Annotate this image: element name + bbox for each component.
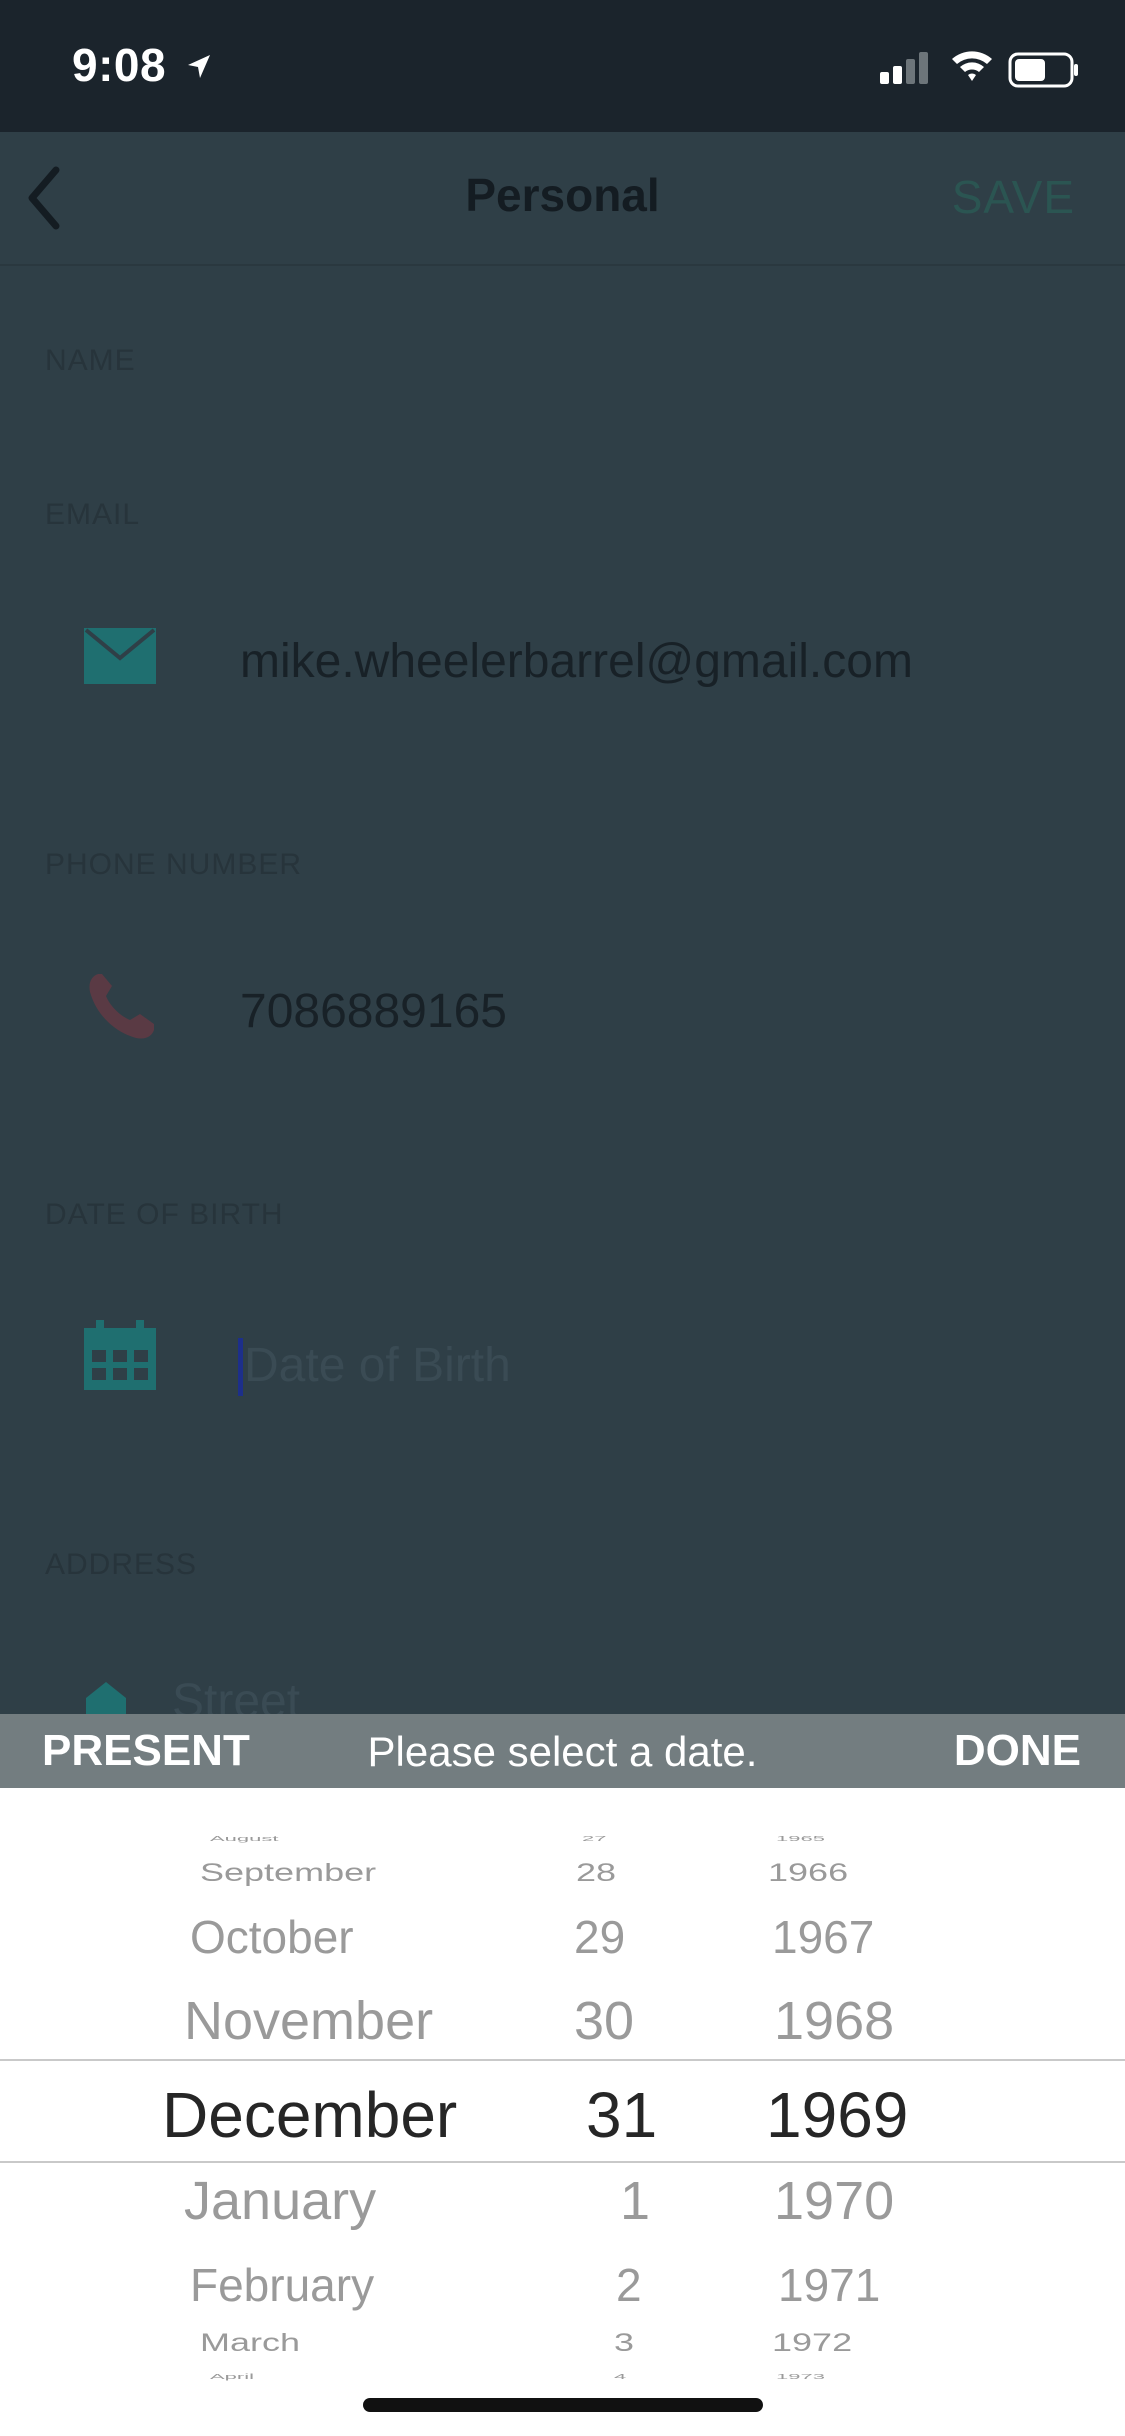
cellular-signal-icon bbox=[878, 50, 934, 89]
save-button[interactable]: SAVE bbox=[952, 170, 1075, 224]
day-option[interactable]: 2 bbox=[616, 2258, 642, 2312]
day-option[interactable]: 1 bbox=[620, 2170, 650, 2232]
day-option[interactable]: 29 bbox=[574, 1910, 625, 1964]
done-button[interactable]: DONE bbox=[954, 1726, 1081, 1776]
calendar-icon bbox=[84, 1320, 156, 1397]
year-option[interactable]: 1968 bbox=[774, 1990, 894, 2052]
address-label: ADDRESS bbox=[45, 1548, 198, 1581]
envelope-icon bbox=[84, 626, 156, 691]
selection-line-bottom bbox=[0, 2161, 1125, 2163]
day-option-selected[interactable]: 31 bbox=[586, 2078, 657, 2152]
month-option[interactable]: March bbox=[200, 2328, 300, 2357]
location-arrow-icon bbox=[184, 52, 214, 87]
year-option[interactable]: 1965 bbox=[776, 1834, 825, 1843]
battery-icon bbox=[1008, 52, 1080, 93]
day-option[interactable]: 30 bbox=[574, 1990, 634, 2052]
name-label: NAME bbox=[45, 344, 136, 377]
email-field[interactable]: mike.wheelerbarrel@gmail.com bbox=[240, 634, 913, 689]
dob-label: DATE OF BIRTH bbox=[45, 1198, 284, 1231]
month-option[interactable]: October bbox=[190, 1910, 354, 1964]
day-option[interactable]: 3 bbox=[614, 2328, 634, 2357]
year-option[interactable]: 1972 bbox=[772, 2328, 852, 2357]
date-picker[interactable]: August September October November Decemb… bbox=[0, 1788, 1125, 2436]
home-indicator[interactable] bbox=[363, 2398, 763, 2412]
month-option[interactable]: April bbox=[210, 2372, 254, 2381]
month-option[interactable]: February bbox=[190, 2258, 374, 2312]
selection-line-top bbox=[0, 2059, 1125, 2061]
dob-field[interactable]: Date of Birth bbox=[244, 1338, 511, 1393]
phone-label: PHONE NUMBER bbox=[45, 848, 303, 881]
phone-icon bbox=[84, 970, 156, 1047]
month-option-selected[interactable]: December bbox=[162, 2078, 457, 2152]
year-option-selected[interactable]: 1969 bbox=[766, 2078, 908, 2152]
year-option[interactable]: 1970 bbox=[774, 2170, 894, 2232]
form-background bbox=[0, 132, 1125, 1714]
month-option[interactable]: August bbox=[210, 1834, 279, 1843]
year-option[interactable]: 1966 bbox=[768, 1858, 848, 1887]
email-label: EMAIL bbox=[45, 498, 141, 531]
day-option[interactable]: 27 bbox=[582, 1834, 606, 1843]
day-option[interactable]: 4 bbox=[614, 2372, 626, 2381]
text-caret bbox=[238, 1338, 243, 1396]
year-option[interactable]: 1971 bbox=[778, 2258, 880, 2312]
year-option[interactable]: 1967 bbox=[772, 1910, 874, 1964]
month-option[interactable]: January bbox=[184, 2170, 376, 2232]
status-time: 9:08 bbox=[72, 39, 167, 91]
year-option[interactable]: 1973 bbox=[776, 2372, 825, 2381]
wifi-icon bbox=[948, 46, 996, 91]
month-option[interactable]: September bbox=[200, 1858, 376, 1887]
phone-field[interactable]: 7086889165 bbox=[240, 984, 507, 1039]
day-option[interactable]: 28 bbox=[576, 1858, 616, 1887]
month-option[interactable]: November bbox=[184, 1990, 433, 2052]
